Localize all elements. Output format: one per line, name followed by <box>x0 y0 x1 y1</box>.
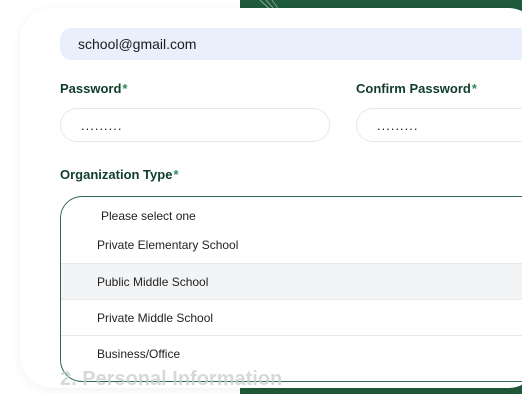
dropdown-option[interactable]: Private Middle School <box>61 299 522 335</box>
registration-card: school@gmail.com Password* ......... Con… <box>20 8 522 388</box>
next-section-heading: 2. Personal Information <box>60 368 283 388</box>
organization-type-label: Organization Type* <box>60 167 179 182</box>
email-value: school@gmail.com <box>78 36 197 52</box>
email-field[interactable]: school@gmail.com <box>60 28 522 60</box>
confirm-password-field[interactable]: ......... <box>356 108 522 142</box>
confirm-password-value: ......... <box>377 117 419 133</box>
confirm-password-label: Confirm Password* <box>356 81 477 96</box>
dropdown-placeholder: Please select one <box>101 209 196 223</box>
dropdown-option[interactable]: Public Middle School <box>61 263 522 299</box>
dropdown-option[interactable]: Business/Office <box>61 335 522 371</box>
organization-type-dropdown[interactable]: Please select one Private Elementary Sch… <box>60 196 522 382</box>
password-label: Password* <box>60 81 128 96</box>
password-value: ......... <box>81 117 123 133</box>
password-field[interactable]: ......... <box>60 108 330 142</box>
dropdown-option[interactable]: Private Elementary School <box>61 227 522 263</box>
